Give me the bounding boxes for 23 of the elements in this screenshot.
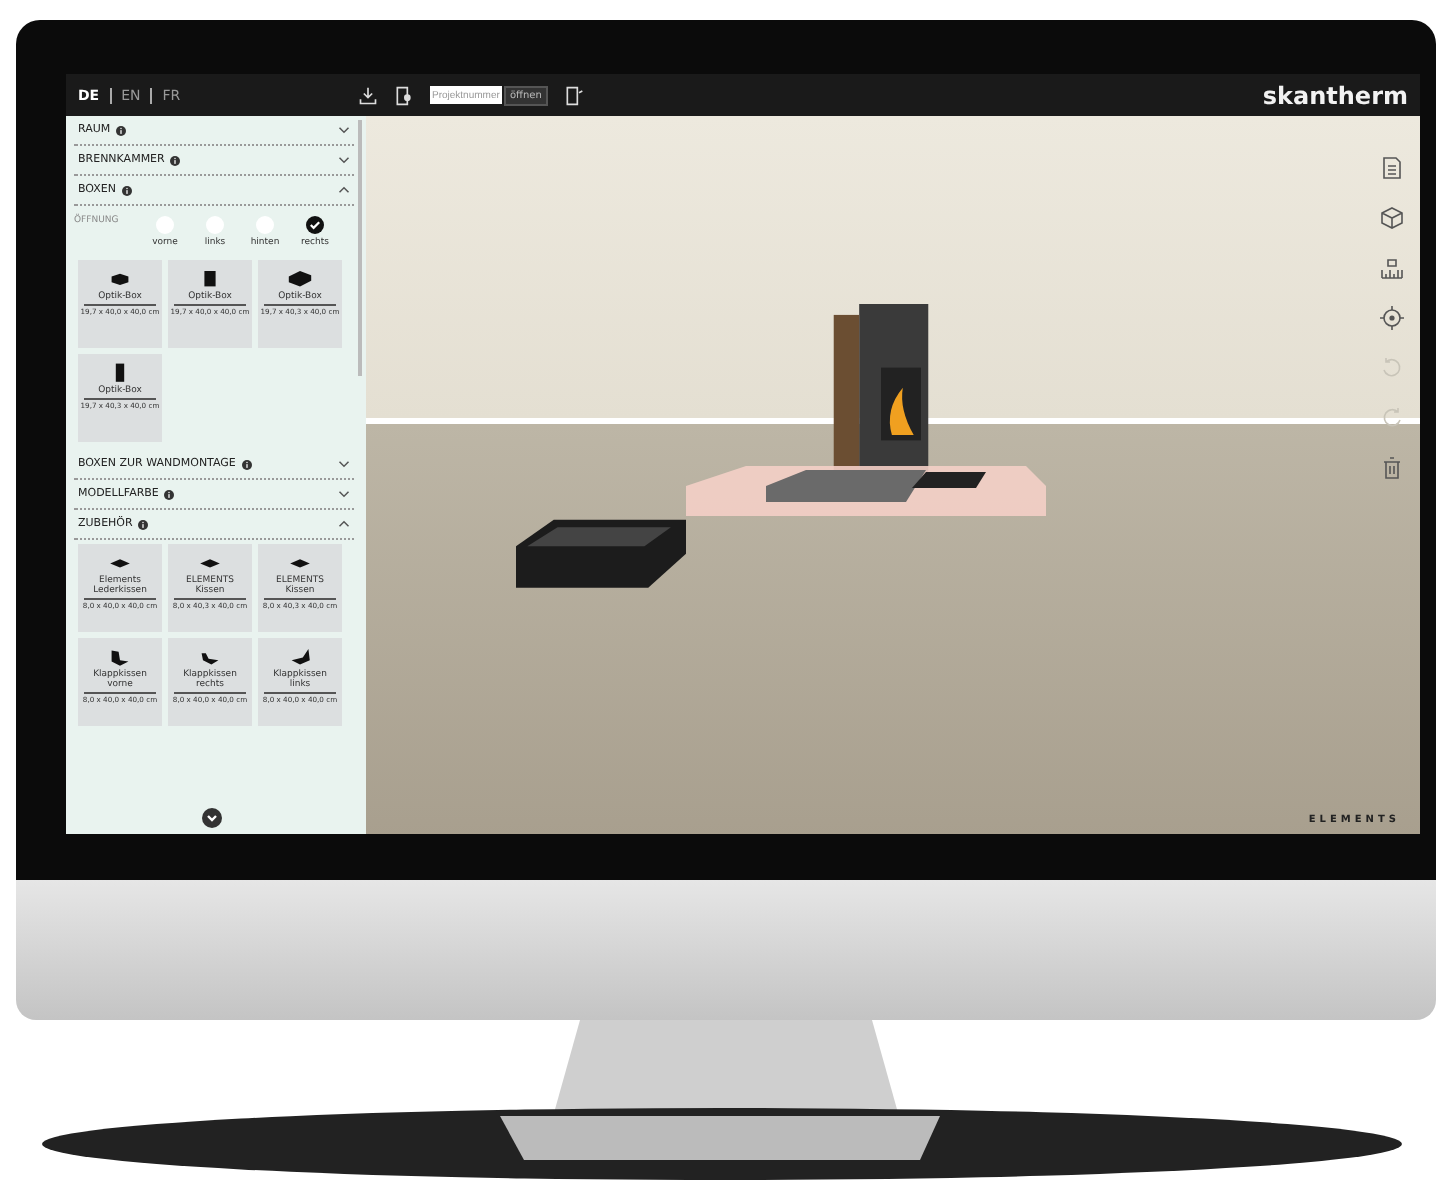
folding-cushion-icon	[286, 646, 314, 666]
info-icon[interactable]	[241, 459, 252, 469]
info-icon[interactable]	[170, 155, 181, 165]
info-icon[interactable]	[164, 489, 175, 499]
document-icon[interactable]	[1380, 156, 1404, 180]
ruler-icon[interactable]	[1380, 256, 1404, 280]
check-icon	[308, 218, 322, 232]
scrollbar-thumb[interactable]	[358, 120, 362, 376]
info-icon[interactable]	[138, 519, 149, 529]
download-icon[interactable]	[358, 85, 378, 105]
scroll-down-icon[interactable]	[202, 808, 222, 828]
box-icon	[106, 268, 134, 288]
folding-cushion-icon	[106, 646, 134, 666]
cube-icon[interactable]	[1380, 206, 1404, 230]
info-icon[interactable]	[116, 125, 127, 135]
trash-icon[interactable]	[1380, 456, 1404, 480]
brand-logo: skantherm	[1262, 81, 1408, 109]
import-icon[interactable]	[394, 85, 414, 105]
radio-button[interactable]	[306, 216, 324, 234]
edit-document-icon[interactable]	[563, 85, 584, 105]
crosshair-icon[interactable]	[1380, 306, 1404, 330]
info-icon[interactable]	[122, 185, 133, 195]
box-icon	[286, 268, 314, 288]
